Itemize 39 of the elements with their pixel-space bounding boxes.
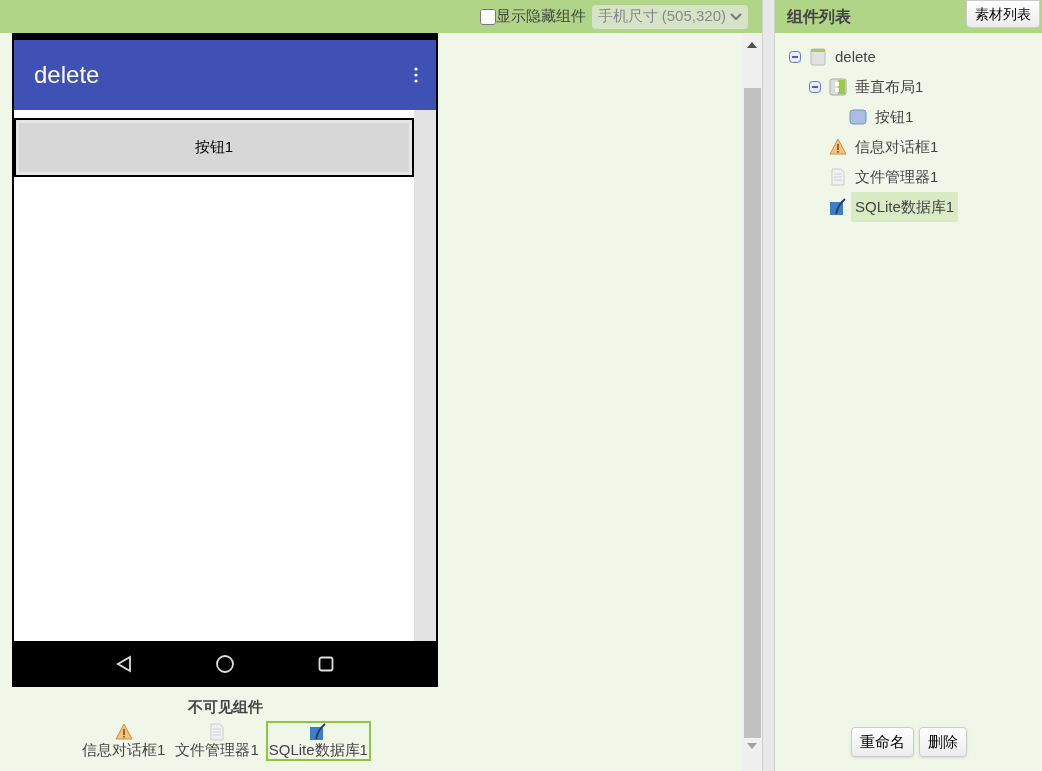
panel-button[interactable]: 重命名 xyxy=(850,727,914,757)
warning-icon xyxy=(114,722,133,741)
home-circle-icon[interactable] xyxy=(215,654,235,674)
document-icon xyxy=(829,168,847,186)
tree-item[interactable]: 信息对话框1 xyxy=(851,131,943,163)
nonvisible-component[interactable]: 信息对话框1 xyxy=(79,720,169,761)
screen-icon xyxy=(809,48,827,66)
component-label: SQLite数据库1 xyxy=(268,740,368,759)
tree-item[interactable]: 垂直布局1 xyxy=(851,71,928,103)
show-hidden-checkbox[interactable] xyxy=(479,8,496,25)
panel-button[interactable]: 删除 xyxy=(918,727,967,757)
tree-item[interactable]: delete xyxy=(831,41,880,73)
show-hidden-label: 显示隐藏组件 xyxy=(495,6,586,27)
tree-item[interactable]: 按钮1 xyxy=(871,101,918,133)
document-icon xyxy=(208,722,227,741)
more-vertical-icon[interactable] xyxy=(414,67,418,83)
scrollbar-thumb[interactable] xyxy=(743,88,761,738)
database-quill-icon xyxy=(309,722,328,741)
tree-item[interactable]: SQLite数据库1 xyxy=(851,191,959,223)
scroll-up-icon[interactable] xyxy=(747,42,757,48)
button-icon xyxy=(849,108,867,126)
chevron-down-icon xyxy=(730,12,742,21)
database-quill-icon xyxy=(829,198,847,216)
collapse-icon[interactable] xyxy=(809,81,821,93)
component-label: 文件管理器1 xyxy=(175,740,259,759)
layout-icon xyxy=(829,78,847,96)
back-triangle-icon[interactable] xyxy=(115,655,132,673)
assets-button[interactable]: 素材列表 xyxy=(966,0,1040,28)
phone-button[interactable]: 按钮1 xyxy=(19,123,409,172)
warning-icon xyxy=(829,138,847,156)
panel-title: 组件列表 xyxy=(787,6,851,27)
tree-item[interactable]: 文件管理器1 xyxy=(851,161,943,193)
collapse-icon[interactable] xyxy=(789,51,801,63)
recents-square-icon[interactable] xyxy=(318,656,335,672)
nonvisible-title: 不可见组件 xyxy=(187,697,263,717)
app-title: delete xyxy=(34,60,100,90)
component-label: 信息对话框1 xyxy=(82,740,166,759)
nonvisible-component[interactable]: 文件管理器1 xyxy=(172,720,262,761)
nonvisible-component[interactable]: SQLite数据库1 xyxy=(265,720,371,761)
